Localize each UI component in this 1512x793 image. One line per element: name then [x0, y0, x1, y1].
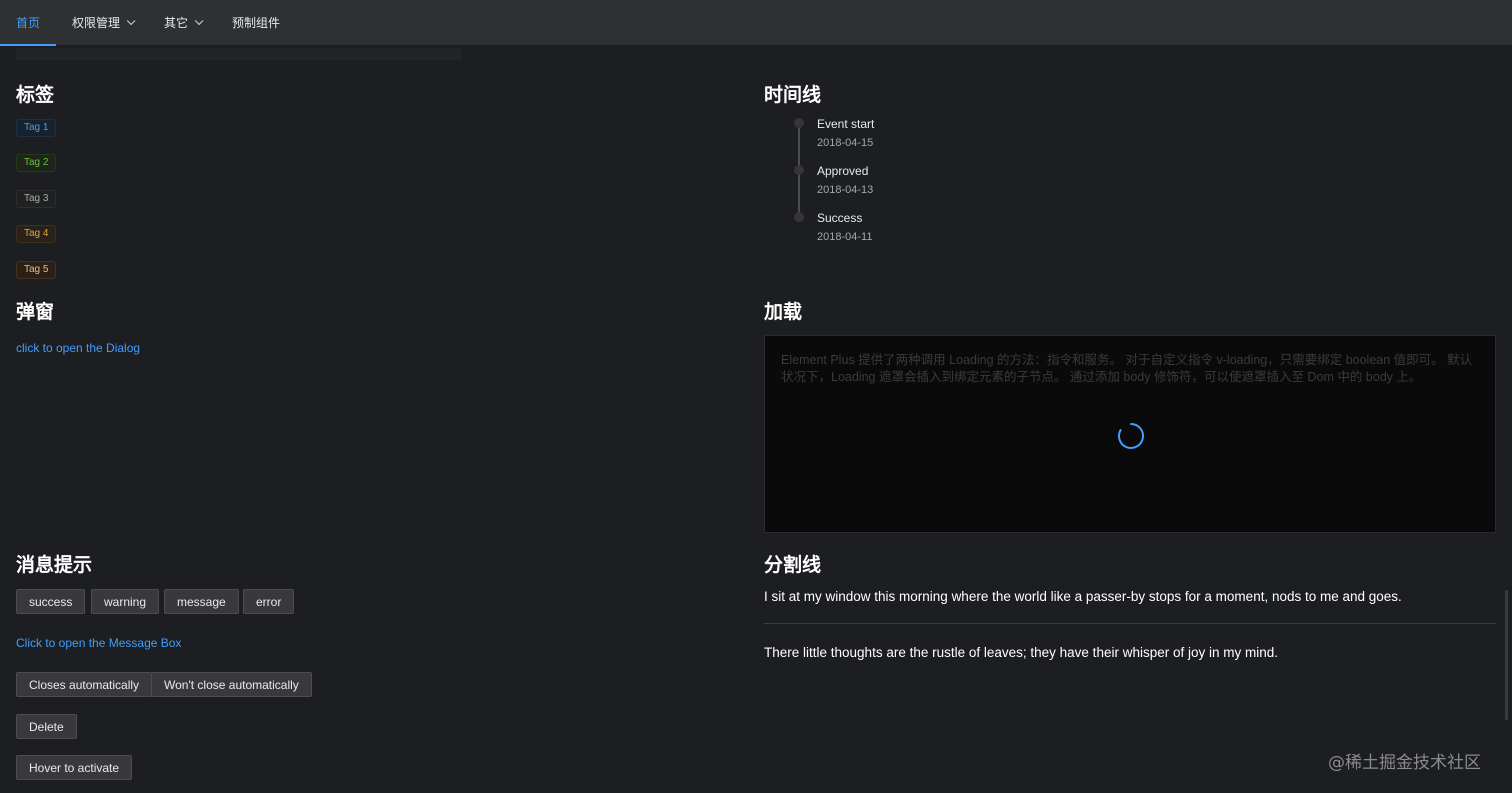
delete-button[interactable]: Delete [16, 714, 77, 739]
timeline-event-time: 2018-04-15 [817, 137, 874, 149]
top-navigation-bar: 首页 权限管理 其它 预制组件 [0, 0, 1512, 46]
loading-spinner-icon [1118, 423, 1144, 449]
nav-item-label: 权限管理 [72, 16, 121, 30]
closes-automatically-button[interactable]: Closes automatically [16, 672, 153, 697]
nav-item-label: 预制组件 [232, 16, 281, 30]
wont-close-button[interactable]: Won't close automatically [151, 672, 312, 697]
vertical-scrollbar[interactable] [1505, 590, 1508, 720]
info-message-button[interactable]: message [164, 589, 239, 614]
error-message-button[interactable]: error [243, 589, 295, 614]
open-message-box-link[interactable]: Click to open the Message Box [16, 636, 181, 650]
hover-to-activate-button[interactable]: Hover to activate [16, 755, 133, 780]
success-message-button[interactable]: success [16, 589, 86, 614]
timeline-event-title: Success [817, 211, 863, 225]
timeline-section-title: 时间线 [764, 84, 822, 106]
tag-3: Tag 3 [16, 190, 57, 208]
divider-paragraph-1: I sit at my window this morning where th… [764, 589, 1402, 604]
loading-container: Element Plus 提供了两种调用 Loading 的方法：指令和服务。 … [764, 335, 1496, 533]
tag-1: Tag 1 [16, 119, 57, 137]
nav-item-permissions[interactable]: 权限管理 [56, 0, 148, 45]
tag-4: Tag 4 [16, 225, 57, 243]
open-dialog-link[interactable]: click to open the Dialog [16, 341, 140, 355]
horizontal-divider [764, 623, 1496, 624]
timeline-event-time: 2018-04-11 [817, 231, 873, 243]
timeline-dot [794, 165, 804, 175]
timeline-dot [794, 118, 804, 128]
message-section-title: 消息提示 [16, 554, 93, 576]
timeline-event-title: Event start [817, 117, 875, 131]
nav-item-home[interactable]: 首页 [0, 0, 57, 46]
chevron-down-icon [126, 16, 136, 25]
tag-2: Tag 2 [16, 154, 57, 172]
loading-content-text: Element Plus 提供了两种调用 Loading 的方法：指令和服务。 … [781, 353, 1473, 384]
divider-section-title: 分割线 [764, 554, 822, 576]
divider-paragraph-2: There little thoughts are the rustle of … [764, 645, 1279, 660]
tags-section-title: 标签 [16, 84, 55, 106]
tag-5: Tag 5 [16, 261, 57, 279]
nav-item-label: 其它 [164, 16, 189, 30]
nav-item-prebuilt-components[interactable]: 预制组件 [216, 0, 296, 45]
nav-item-label: 首页 [16, 16, 41, 30]
loading-section-title: 加载 [764, 301, 803, 323]
horizontal-scrollbar[interactable] [16, 48, 462, 60]
watermark-text: @稀土掘金技术社区 [1328, 753, 1481, 773]
timeline-event-time: 2018-04-13 [817, 184, 874, 196]
timeline-event-title: Approved [817, 164, 869, 178]
nav-item-other[interactable]: 其它 [148, 0, 216, 45]
chevron-down-icon [194, 16, 204, 25]
warning-message-button[interactable]: warning [91, 589, 160, 614]
dialog-section-title: 弹窗 [16, 301, 55, 323]
timeline-dot [794, 212, 804, 222]
